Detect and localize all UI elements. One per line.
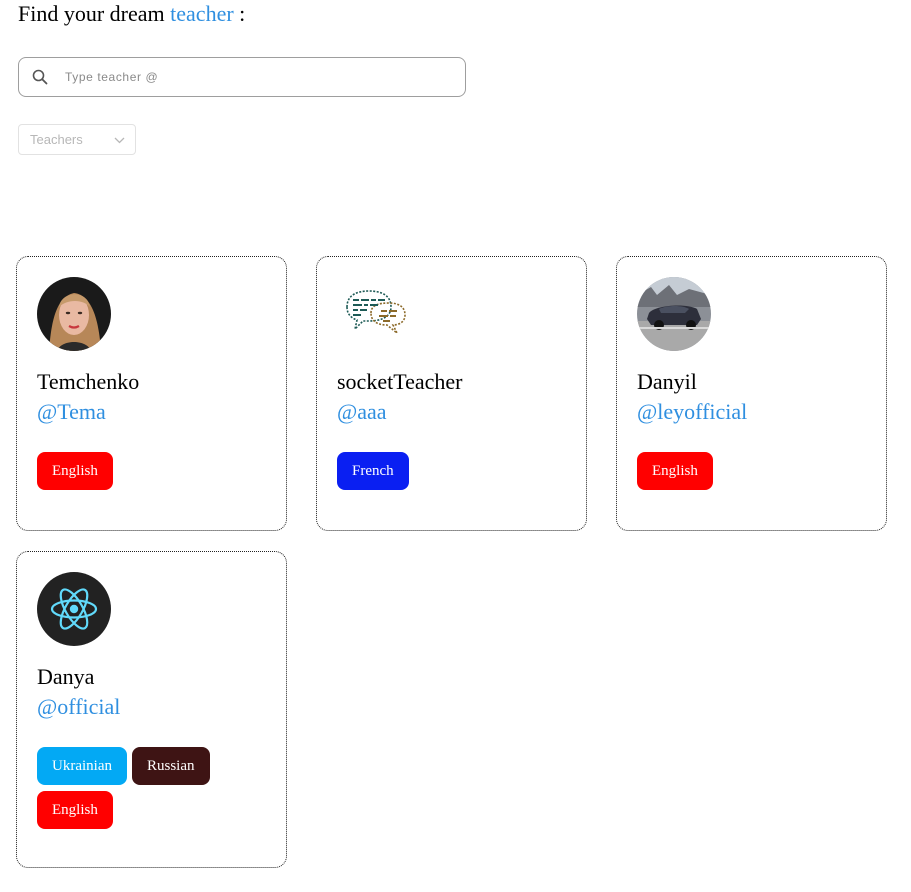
teacher-card[interactable]: Temchenko @Tema English — [16, 256, 287, 531]
search-icon — [31, 68, 49, 86]
language-tags: English — [37, 452, 237, 490]
language-tag[interactable]: English — [37, 791, 113, 829]
chevron-down-icon — [114, 132, 125, 147]
language-tags: Ukrainian Russian English — [37, 747, 237, 829]
avatar — [37, 572, 111, 646]
language-tag[interactable]: English — [37, 452, 113, 490]
teacher-card[interactable]: socketTeacher @aaa French — [316, 256, 587, 531]
teachers-select[interactable]: Teachers — [18, 124, 136, 155]
language-tags: French — [337, 452, 537, 490]
teacher-card[interactable]: Danya @official Ukrainian Russian Englis… — [16, 551, 287, 868]
select-placeholder: Teachers — [30, 132, 83, 147]
teacher-name: socketTeacher — [337, 369, 463, 394]
avatar — [37, 277, 111, 351]
teacher-handle[interactable]: @leyofficial — [637, 399, 747, 425]
teacher-handle[interactable]: @Tema — [37, 399, 106, 425]
language-tags: English — [637, 452, 837, 490]
page-heading: Find your dream teacher : — [18, 0, 245, 28]
teacher-card[interactable]: Danyil @leyofficial English — [616, 256, 887, 531]
heading-prefix: Find your dream — [18, 1, 165, 26]
heading-suffix: : — [239, 1, 246, 26]
teacher-name: Danyil — [637, 369, 697, 394]
teacher-name: Danya — [37, 664, 95, 689]
teacher-name: Temchenko — [37, 369, 140, 394]
teacher-handle[interactable]: @official — [37, 694, 120, 720]
language-tag[interactable]: Russian — [131, 747, 210, 785]
heading-accent: teacher — [170, 1, 234, 26]
search-box[interactable] — [18, 57, 466, 97]
teacher-handle[interactable]: @aaa — [337, 399, 387, 425]
language-tag[interactable]: French — [337, 452, 409, 490]
avatar — [337, 277, 411, 351]
language-tag[interactable]: English — [637, 452, 713, 490]
search-input[interactable] — [63, 69, 427, 85]
avatar — [637, 277, 711, 351]
language-tag[interactable]: Ukrainian — [37, 747, 127, 785]
